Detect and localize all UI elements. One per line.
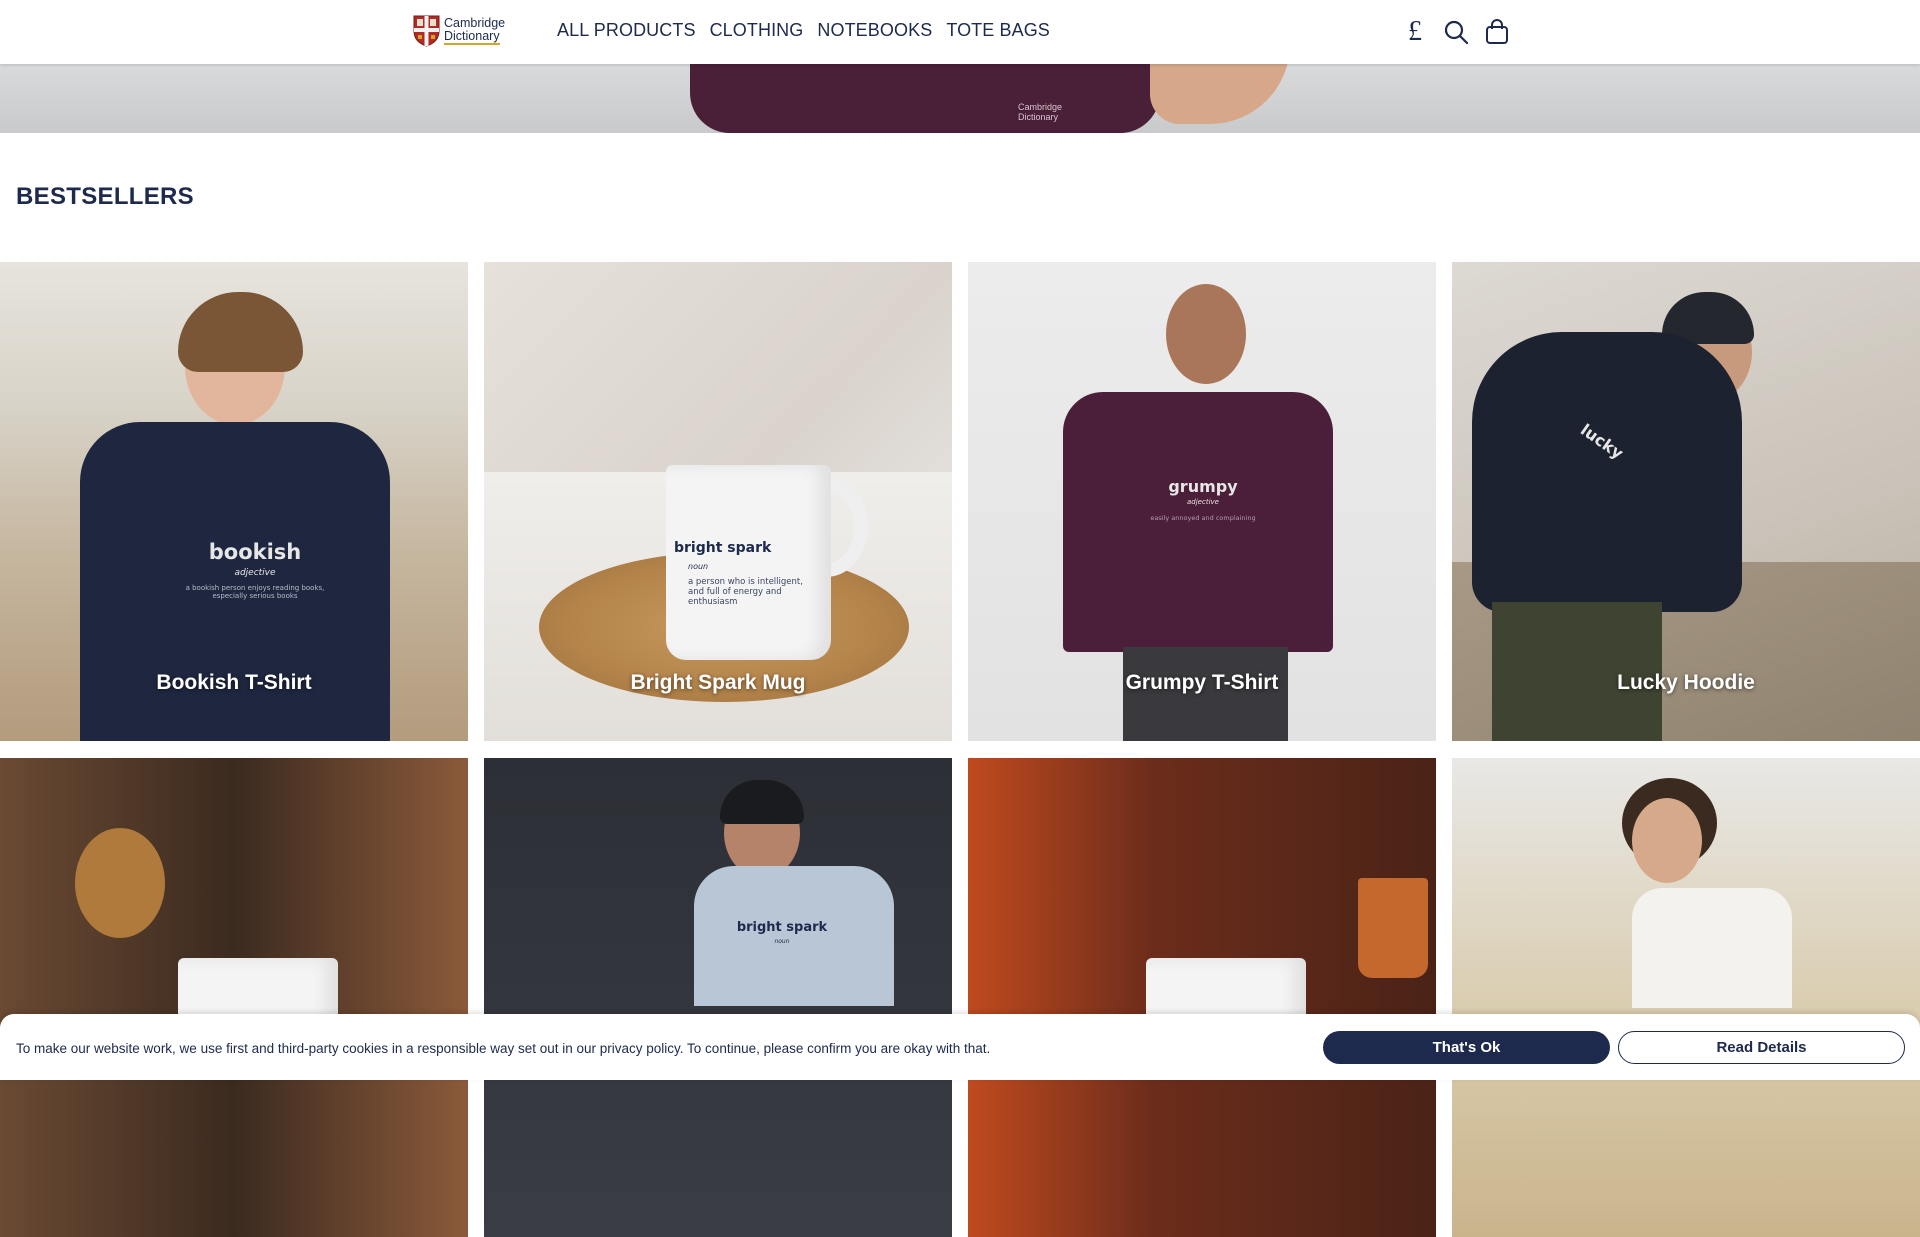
mug-print-definition: a person who is intelligent, and full of…	[688, 577, 803, 607]
nav-tote-bags[interactable]: TOTE BAGS	[946, 20, 1050, 41]
product-name[interactable]: Bookish T-Shirt	[0, 671, 468, 695]
product-card-bright-spark-tshirt[interactable]: bright spark noun	[484, 758, 952, 1237]
search-icon[interactable]	[1443, 18, 1469, 46]
bright-spark-tshirt-image	[694, 866, 894, 1006]
product-card-bright-spark-mug[interactable]: bright spark noun a person who is intell…	[484, 262, 952, 741]
product-card-mug-2[interactable]	[0, 758, 468, 1237]
shirt-print-pos: noun	[774, 938, 790, 945]
shirt-print-word: grumpy	[1168, 477, 1238, 496]
model-hair	[178, 292, 303, 372]
currency-selector[interactable]: £	[1402, 18, 1428, 46]
model-head	[1166, 284, 1246, 384]
grumpy-tshirt-image	[1063, 392, 1333, 652]
shirt-print-definition: easily annoyed and complaining	[1150, 514, 1256, 522]
product-card-bookish-tshirt[interactable]: bookish adjective a bookish person enjoy…	[0, 262, 468, 741]
shirt-print-definition: a bookish person enjoys reading books, e…	[185, 584, 325, 600]
shirt-print-pos: adjective	[1187, 498, 1219, 506]
shirt-print-word: bookish	[208, 540, 302, 564]
main-nav: ALL PRODUCTS CLOTHING NOTEBOOKS TOTE BAG…	[557, 20, 1050, 41]
site-header: Cambridge Dictionary ALL PRODUCTS CLOTHI…	[0, 0, 1920, 64]
bestsellers-title: BESTSELLERS	[16, 183, 194, 210]
product-name[interactable]: Bright Spark Mug	[484, 671, 952, 695]
logo-line-2: Dictionary	[444, 29, 500, 45]
vase	[75, 828, 165, 938]
mug-print-pos: noun	[688, 562, 709, 571]
hero-arm-image	[1150, 64, 1290, 124]
nav-all-products[interactable]: ALL PRODUCTS	[557, 20, 696, 41]
product-name[interactable]: Lucky Hoodie	[1452, 671, 1920, 695]
read-details-button[interactable]: Read Details	[1618, 1031, 1905, 1064]
product-card-tote-bag[interactable]	[1452, 758, 1920, 1237]
lucky-hoodie-image	[1472, 332, 1742, 612]
nav-notebooks[interactable]: NOTEBOOKS	[817, 20, 932, 41]
product-card-grumpy-tshirt[interactable]: grumpy adjective easily annoyed and comp…	[968, 262, 1436, 741]
product-name[interactable]: Grumpy T-Shirt	[968, 671, 1436, 695]
product-card-lucky-hoodie[interactable]: lucky Lucky Hoodie	[1452, 262, 1920, 741]
plant-pot	[1358, 878, 1428, 978]
shopping-bag-icon[interactable]	[1484, 18, 1510, 46]
accept-cookies-button[interactable]: That's Ok	[1323, 1031, 1610, 1064]
mug-print-word: bright spark	[674, 540, 772, 556]
model-head	[1632, 798, 1702, 883]
cookie-message: To make our website work, we use first a…	[16, 1041, 991, 1056]
cambridge-dictionary-logo[interactable]: Cambridge Dictionary	[413, 14, 513, 48]
model-beanie	[720, 780, 804, 824]
shirt-print-word: bright spark	[736, 920, 828, 935]
crest-icon	[413, 15, 440, 47]
hero-banner: Cambridge Dictionary	[0, 64, 1920, 133]
shirt-print-pos: adjective	[234, 568, 276, 578]
nav-clothing[interactable]: CLOTHING	[710, 20, 804, 41]
hero-shirt-image	[690, 64, 1160, 133]
tote-bag-image	[1632, 888, 1792, 1008]
cookie-banner: To make our website work, we use first a…	[0, 1014, 1920, 1080]
product-card-mug-3[interactable]	[968, 758, 1436, 1237]
header-actions: £	[1402, 18, 1510, 46]
hero-shirt-logo: Cambridge Dictionary	[1018, 102, 1063, 122]
